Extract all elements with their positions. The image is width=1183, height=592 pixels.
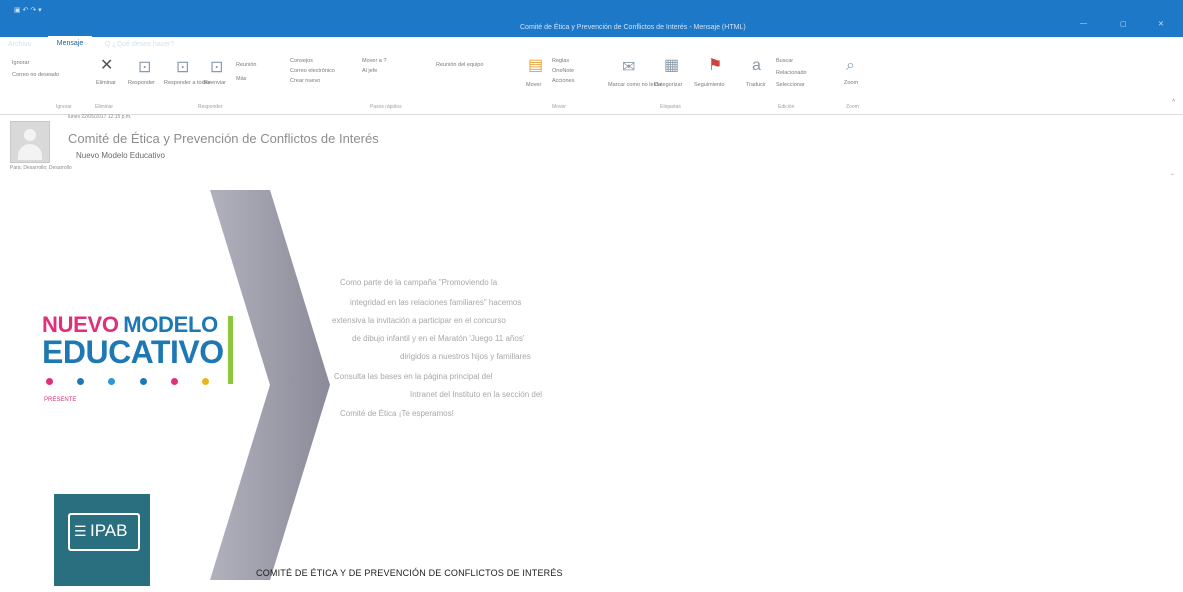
logo-dot (171, 378, 178, 385)
meeting-button[interactable]: Reunión (236, 62, 257, 68)
translate-button[interactable]: Traducir (746, 82, 766, 88)
maximize-icon[interactable]: ▢ (1120, 20, 1127, 28)
ipab-mark-icon: ☰ (74, 523, 87, 539)
avatar (10, 121, 50, 163)
message-line: Consulta las bases en la página principa… (334, 372, 493, 381)
tab-search[interactable]: Q ¿Qué desea hacer? (105, 41, 174, 48)
logo-dot (202, 378, 209, 385)
reply-icon[interactable]: ⊡ (138, 60, 151, 76)
chevron-graphic (210, 190, 330, 580)
find-button[interactable]: Buscar (776, 58, 793, 64)
more-button[interactable]: Más (236, 76, 246, 82)
quickstep-team[interactable]: Reunión del equipo (436, 62, 483, 68)
group-label-ignorar: Ignorar (56, 104, 72, 110)
app-icon[interactable]: ▣ ↶ ↷ ▾ (14, 6, 42, 14)
minimize-icon[interactable]: — (1080, 20, 1087, 27)
tab-archivo[interactable]: Archivo (8, 41, 31, 48)
message-sender: Nuevo Modelo Educativo (76, 151, 165, 160)
junk-button[interactable]: Correo no deseado (12, 72, 59, 78)
quickstep-consejos[interactable]: Consejos (290, 58, 313, 64)
reply-all-icon[interactable]: ⊡ (176, 60, 189, 76)
group-label-edicion: Edición (778, 104, 795, 110)
ribbon: Ignorar Correo no deseado Ignorar ✕ Elim… (0, 52, 1183, 115)
ipab-logo: ☰ IPAB (54, 494, 150, 586)
message-line: Intranet del Instituto en la sección del (410, 390, 543, 399)
group-label-pasos: Pasos rápidos (370, 104, 402, 110)
window-title: Comité de Ética y Prevención de Conflict… (520, 24, 746, 31)
message-line: de dibujo infantil y en el Maratón 'Jueg… (352, 334, 525, 343)
logo-word-educativo: EDUCATIVO (42, 334, 224, 370)
message-line: Comité de Ética ¡Te esperamos! (340, 409, 454, 418)
forward-button[interactable]: Reenviar (204, 80, 226, 86)
forward-icon[interactable]: ⊡ (210, 60, 223, 76)
group-label-etiquetas: Etiquetas (660, 104, 681, 110)
logo-tagline-text: PRESENTE (44, 397, 77, 403)
logo-dot (46, 378, 53, 385)
reply-button[interactable]: Responder (128, 80, 155, 86)
message-subject: Comité de Ética y Prevención de Conflict… (68, 131, 379, 146)
onenote-button[interactable]: OneNote (552, 68, 574, 74)
group-label-zoom: Zoom (846, 104, 859, 110)
select-button[interactable]: Seleccionar (776, 82, 805, 88)
zoom-button[interactable]: Zoom (844, 80, 858, 86)
message-line: dirigidos a nuestros hijos y familiares (400, 352, 531, 361)
translate-icon[interactable]: a (752, 58, 761, 74)
ipab-logo-frame: ☰ IPAB (68, 513, 140, 551)
group-label-mover: Mover (552, 104, 566, 110)
footer-committee-name: COMITÉ DE ÉTICA Y DE PREVENCIÓN DE CONFL… (256, 568, 563, 578)
rules-button[interactable]: Reglas (552, 58, 569, 64)
move-button[interactable]: Mover (526, 82, 541, 88)
flag-icon[interactable]: ⚑ (708, 58, 722, 74)
ipab-logo-text: IPAB (90, 521, 128, 540)
logo-green-bar (228, 316, 233, 384)
message-line: extensiva la invitación a participar en … (332, 316, 506, 325)
quickstep-new[interactable]: Crear nuevo (290, 78, 320, 84)
to-line: Para: Desarrollo; Desarrollo (10, 165, 72, 171)
quickstep-email[interactable]: Correo electrónico (290, 68, 335, 74)
message-date: lunes 22/05/2017 12:15 p.m. (68, 114, 132, 120)
logo-tagline: PRESENTE (44, 397, 76, 403)
group-label-eliminar: Eliminar (95, 104, 114, 110)
delete-icon[interactable]: ✕ (100, 58, 113, 74)
expand-header-icon[interactable]: ⌄ (1170, 170, 1175, 177)
move-icon[interactable]: ▤ (528, 58, 543, 74)
message-line: Como parte de la campaña "Promoviendo la (340, 278, 498, 287)
related-button[interactable]: Relacionado (776, 70, 807, 76)
quickstep-boss[interactable]: Al jefe (362, 68, 377, 74)
collapse-ribbon-icon[interactable]: ˄ (1172, 98, 1175, 104)
actions-button[interactable]: Acciones (552, 78, 574, 84)
message-text: Como parte de la campaña "Promoviendo la… (330, 278, 582, 488)
categorize-icon[interactable]: ▦ (664, 58, 679, 74)
zoom-icon[interactable]: ⌕ (846, 58, 855, 74)
delete-button[interactable]: Eliminar (96, 80, 116, 86)
unread-icon[interactable]: ✉ (622, 60, 635, 76)
logo-dot (108, 378, 115, 385)
followup-button[interactable]: Seguimiento (694, 82, 725, 88)
group-label-responder: Responder (198, 104, 223, 110)
close-icon[interactable]: ✕ (1158, 20, 1164, 28)
title-bar: ▣ ↶ ↷ ▾ Comité de Ética y Prevención de … (0, 0, 1183, 48)
quickstep-move[interactable]: Mover a ? (362, 58, 386, 64)
ignore-button[interactable]: Ignorar (12, 60, 29, 66)
tab-mensaje[interactable]: Mensaje (48, 36, 92, 52)
logo-dot (140, 378, 147, 385)
categorize-button[interactable]: Categorizar (654, 82, 682, 88)
logo-dot (77, 378, 84, 385)
message-line: integridad en las relaciones familiares"… (350, 298, 522, 307)
